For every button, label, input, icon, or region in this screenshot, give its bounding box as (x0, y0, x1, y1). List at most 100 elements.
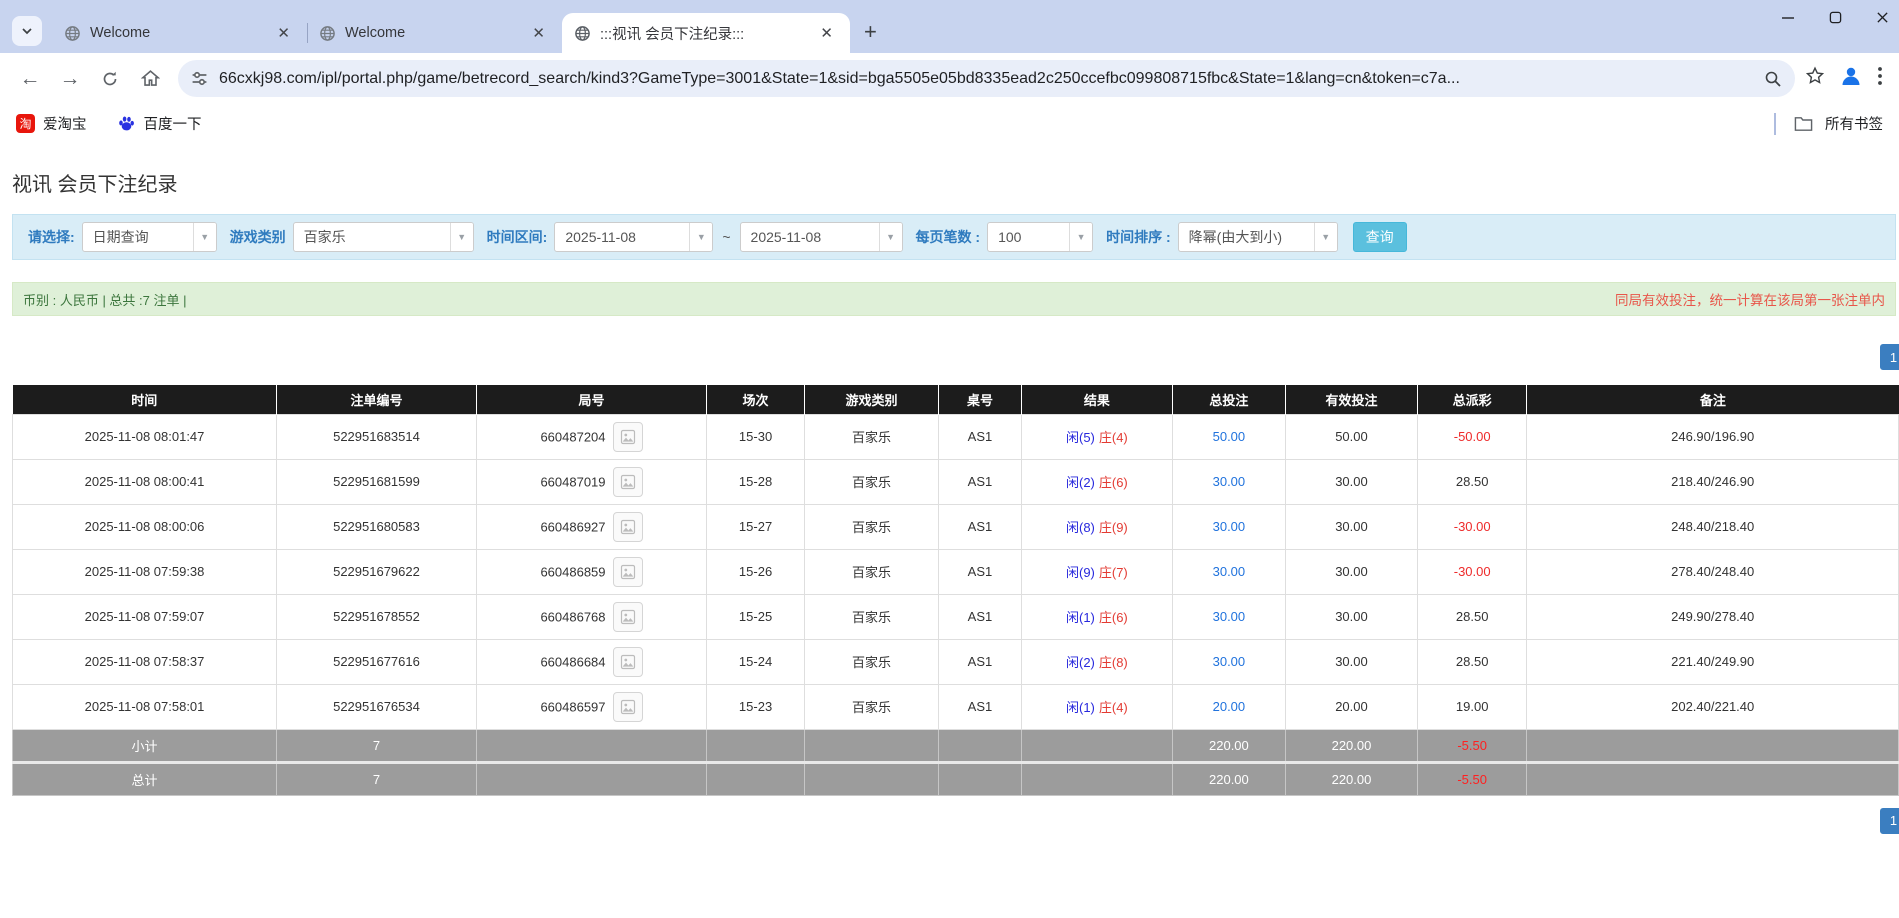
cell-table-no: AS1 (938, 414, 1021, 459)
cell-table-no: AS1 (938, 504, 1021, 549)
search-button[interactable]: 查询 (1353, 222, 1407, 252)
cell-valid-bet: 50.00 (1285, 414, 1417, 459)
cell-time: 2025-11-08 07:58:37 (13, 639, 277, 684)
bookmark-baidu[interactable]: 百度一下 (117, 113, 202, 134)
note-text: 同局有效投注，统一计算在该局第一张注单内 (1615, 289, 1885, 309)
zoom-indicator-icon[interactable] (1764, 70, 1782, 88)
browser-menu-button[interactable] (1877, 66, 1883, 91)
window-maximize-button[interactable] (1829, 11, 1842, 27)
footer-cell-5 (938, 729, 1021, 762)
column-header-10: 备注 (1527, 385, 1899, 414)
column-header-5: 桌号 (938, 385, 1021, 414)
footer-cell-5 (938, 762, 1021, 795)
page-title: 视讯 会员下注纪录 (12, 168, 1899, 197)
home-button[interactable] (132, 61, 168, 97)
cell-total-bet: 30.00 (1172, 639, 1285, 684)
bookmark-star-button[interactable] (1805, 66, 1825, 91)
footer-cell-1: 7 (277, 762, 477, 795)
cell-time: 2025-11-08 07:59:38 (13, 549, 277, 594)
cell-session: 15-28 (707, 459, 805, 504)
bookmarks-divider (1774, 113, 1776, 135)
cell-total-bet: 30.00 (1172, 504, 1285, 549)
profile-avatar[interactable] (1839, 64, 1863, 93)
cell-round-no: 660486684 (476, 639, 706, 684)
cell-result: 闲(2)庄(8) (1021, 639, 1172, 684)
video-replay-button[interactable] (613, 647, 643, 677)
footer-cell-6 (1021, 729, 1172, 762)
page-size-label: 每页笔数 : (916, 227, 981, 247)
game-type-select[interactable]: 百家乐 ▼ (293, 222, 474, 252)
result-player: 闲(1) (1066, 700, 1095, 715)
footer-cell-8: 220.00 (1285, 762, 1417, 795)
footer-cell-4 (805, 729, 939, 762)
tab-bet-record[interactable]: :::视讯 会员下注纪录::: ✕ (562, 13, 850, 53)
video-replay-button[interactable] (613, 422, 643, 452)
result-banker: 庄(4) (1099, 700, 1128, 715)
video-replay-button[interactable] (613, 557, 643, 587)
cell-valid-bet: 30.00 (1285, 549, 1417, 594)
cell-result: 闲(5)庄(4) (1021, 414, 1172, 459)
bet-table-body: 2025-11-08 08:01:47522951683514660487204… (13, 414, 1899, 795)
video-replay-glyph (620, 699, 636, 715)
cell-payout: 19.00 (1417, 684, 1526, 729)
video-replay-button[interactable] (613, 512, 643, 542)
cell-payout: 28.50 (1417, 459, 1526, 504)
summary-bar: 币别 : 人民币 | 总共 :7 注单 | 同局有效投注，统一计算在该局第一张注… (12, 282, 1896, 316)
query-type-select[interactable]: 日期查询 ▼ (82, 222, 217, 252)
chevron-down-icon: ▼ (193, 223, 216, 251)
video-replay-button[interactable] (613, 602, 643, 632)
window-minimize-button[interactable] (1781, 10, 1795, 27)
url-text[interactable]: 66cxkj98.com/ipl/portal.php/game/betreco… (219, 70, 1753, 88)
tab-search-button[interactable] (12, 16, 42, 46)
close-icon (1876, 11, 1889, 24)
forward-button[interactable]: → (52, 61, 88, 97)
range-separator: ~ (720, 229, 732, 245)
video-replay-button[interactable] (613, 692, 643, 722)
tab-close-icon[interactable]: ✕ (527, 22, 550, 44)
tab-welcome-2[interactable]: Welcome ✕ (307, 13, 562, 53)
all-bookmarks-button[interactable]: 所有书签 (1825, 113, 1883, 134)
footer-cell-9: -5.50 (1417, 729, 1526, 762)
page-1-button[interactable]: 1 (1880, 344, 1899, 370)
tab-welcome-1[interactable]: Welcome ✕ (52, 13, 307, 53)
column-header-1: 注单编号 (277, 385, 477, 414)
chevron-down-icon (21, 25, 33, 37)
globe-favicon-icon (319, 25, 336, 42)
table-row: 2025-11-08 07:59:38522951679622660486859… (13, 549, 1899, 594)
new-tab-button[interactable]: + (850, 19, 891, 53)
reload-button[interactable] (92, 61, 128, 97)
tab-close-icon[interactable]: ✕ (815, 22, 838, 44)
address-bar[interactable]: 66cxkj98.com/ipl/portal.php/game/betreco… (178, 60, 1795, 97)
cell-payout: -50.00 (1417, 414, 1526, 459)
date-from-input[interactable]: 2025-11-08 ▼ (554, 222, 713, 252)
video-replay-button[interactable] (613, 467, 643, 497)
cell-result: 闲(9)庄(7) (1021, 549, 1172, 594)
table-row: 2025-11-08 08:00:06522951680583660486927… (13, 504, 1899, 549)
date-to-input[interactable]: 2025-11-08 ▼ (740, 222, 903, 252)
cell-total-bet: 30.00 (1172, 594, 1285, 639)
page-size-input[interactable]: 100 ▼ (987, 222, 1093, 252)
tab-title: Welcome (345, 25, 518, 41)
footer-cell-2 (476, 729, 706, 762)
home-icon (141, 69, 160, 88)
round-number: 660486927 (540, 519, 605, 534)
tab-close-icon[interactable]: ✕ (272, 22, 295, 44)
sort-select[interactable]: 降幂(由大到小) ▼ (1178, 222, 1338, 252)
cell-game-type: 百家乐 (805, 594, 939, 639)
cell-time: 2025-11-08 08:01:47 (13, 414, 277, 459)
footer-cell-7: 220.00 (1172, 762, 1285, 795)
cell-session: 15-27 (707, 504, 805, 549)
site-settings-icon[interactable] (191, 70, 208, 87)
result-player: 闲(5) (1066, 430, 1095, 445)
footer-cell-9: -5.50 (1417, 762, 1526, 795)
video-replay-glyph (620, 474, 636, 490)
browser-toolbar: ← → 66cxkj98.com/ipl/portal.php/game/bet… (0, 53, 1899, 104)
cell-result: 闲(1) 庄(4) (1021, 684, 1172, 729)
cell-payout: 28.50 (1417, 639, 1526, 684)
table-row: 2025-11-08 07:58:37522951677616660486684… (13, 639, 1899, 684)
window-close-button[interactable] (1876, 11, 1889, 27)
back-button[interactable]: ← (12, 61, 48, 97)
chevron-down-icon: ▼ (879, 223, 902, 251)
page-1-button[interactable]: 1 (1880, 808, 1899, 834)
bookmark-taobao[interactable]: 淘 爱淘宝 (16, 113, 87, 134)
